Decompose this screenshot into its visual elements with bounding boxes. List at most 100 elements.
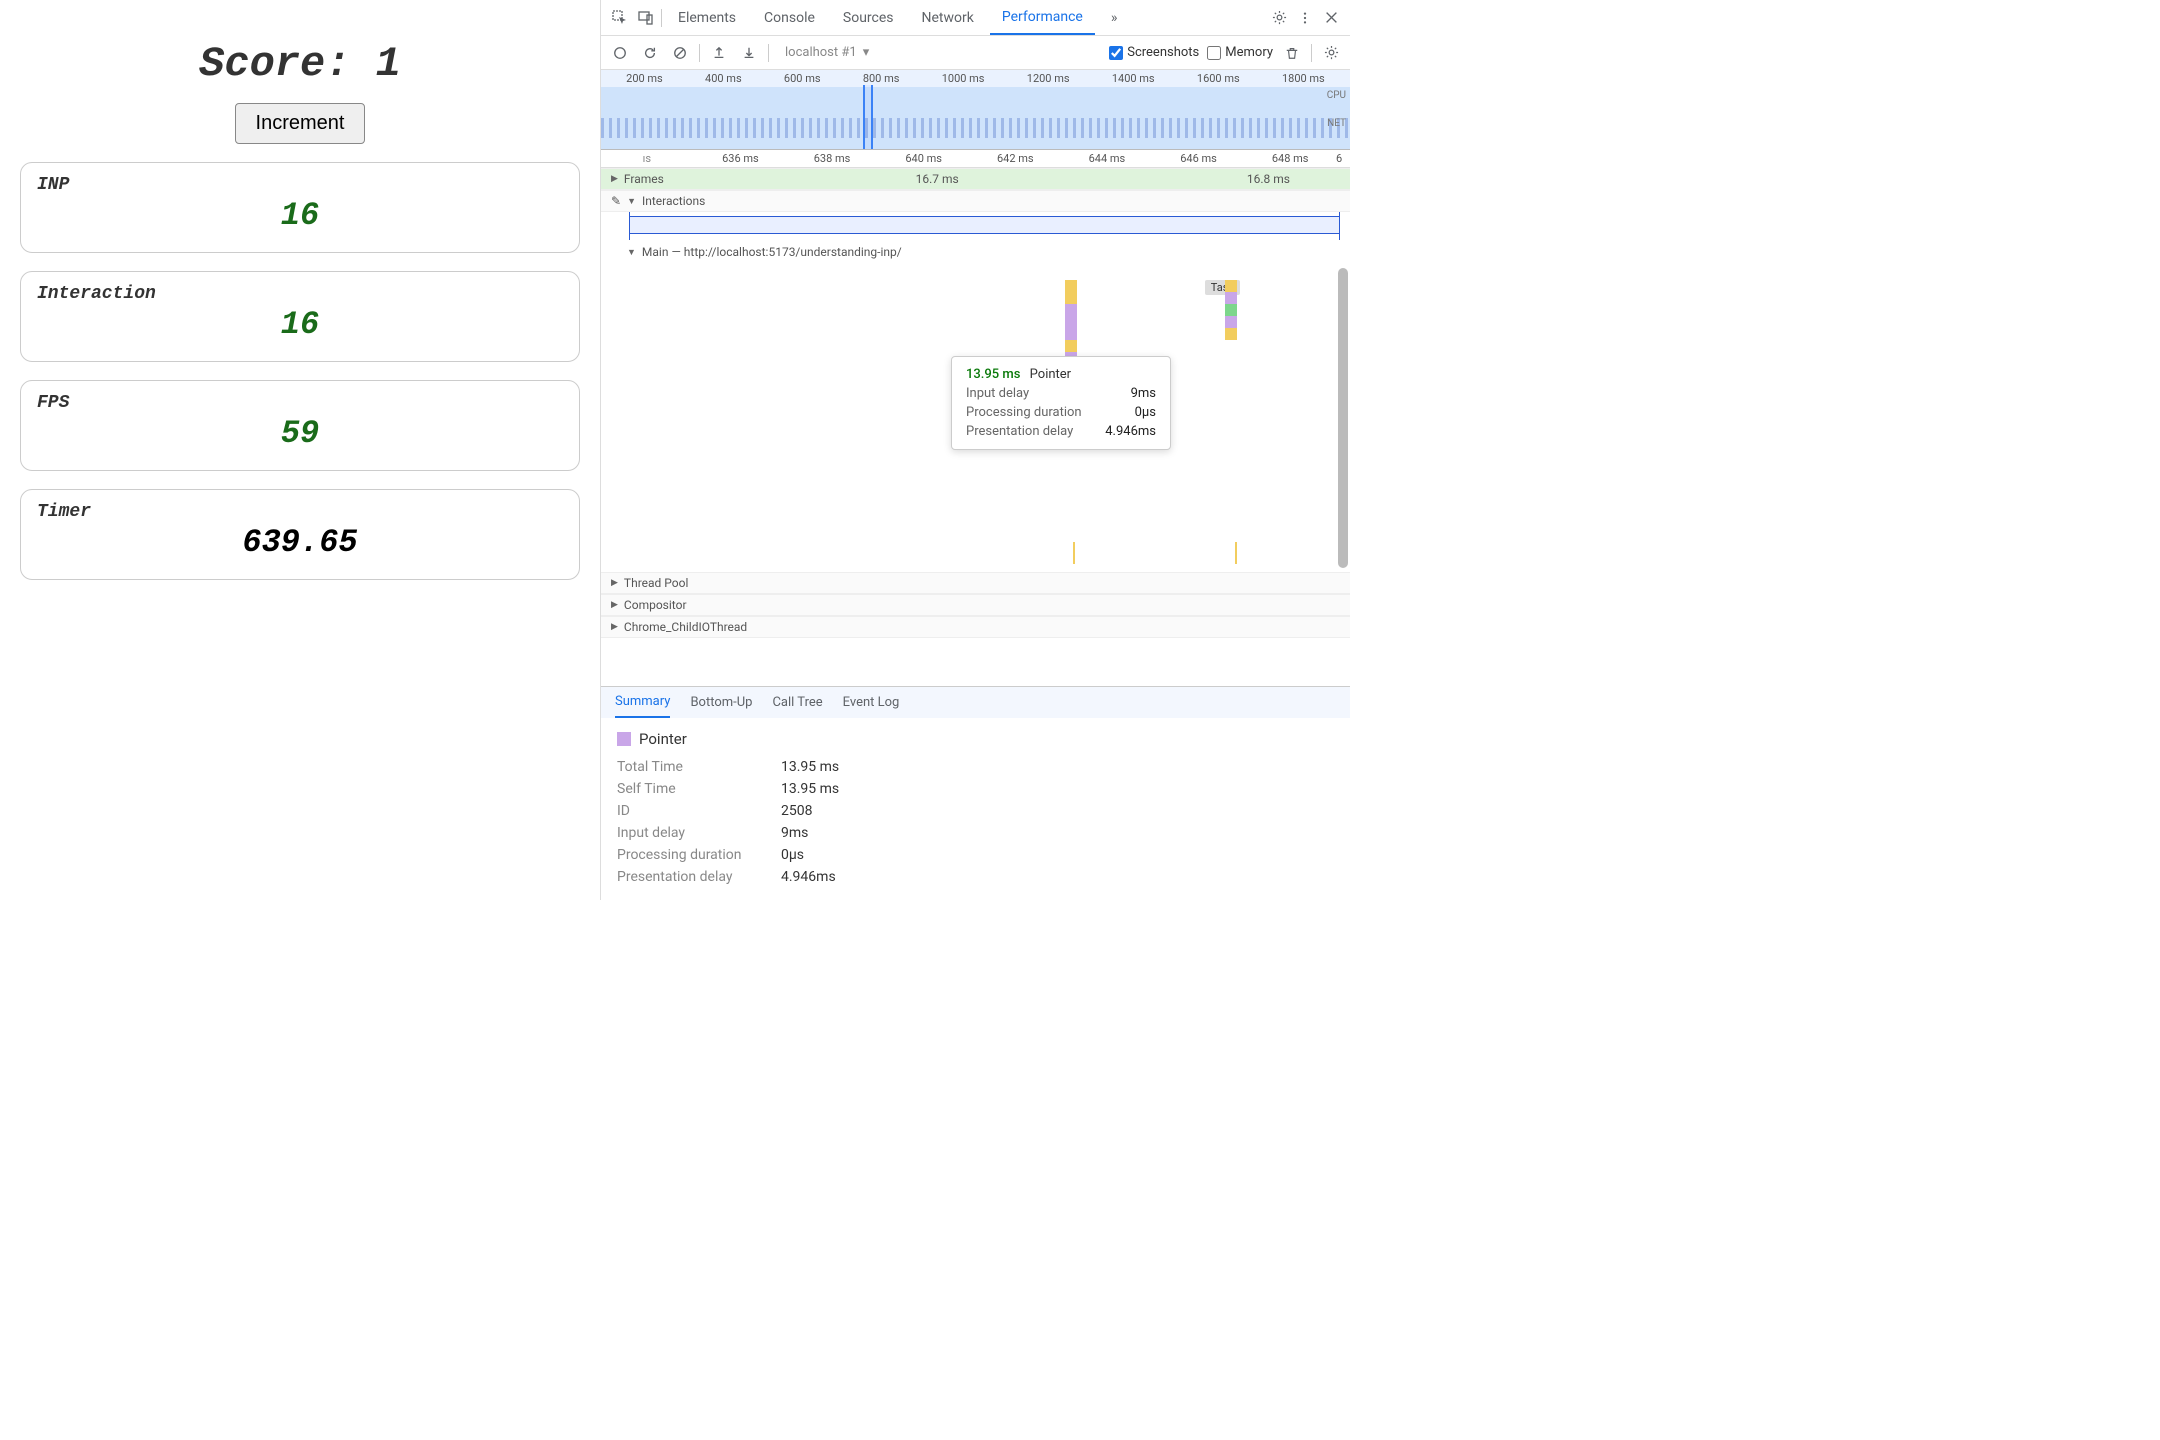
- tab-more[interactable]: »: [1099, 0, 1130, 35]
- ruler-tick: 636 ms: [695, 152, 787, 165]
- score-label: Score:: [199, 40, 375, 88]
- memory-checkbox[interactable]: Memory: [1207, 45, 1273, 60]
- increment-button[interactable]: Increment: [235, 103, 366, 144]
- divider: [1311, 44, 1312, 62]
- scrollbar[interactable]: [1338, 168, 1348, 588]
- summary-title-row: Pointer: [617, 730, 1334, 748]
- overview-net-strip: [601, 118, 1350, 138]
- gc-icon[interactable]: [1281, 42, 1303, 64]
- metric-label: INP: [37, 175, 563, 195]
- download-icon[interactable]: [738, 42, 760, 64]
- axis-tick: 1200 ms: [1027, 72, 1070, 85]
- overview-net-label: NET: [1327, 118, 1346, 129]
- ruler-tick: 638 ms: [786, 152, 878, 165]
- kebab-icon[interactable]: [1294, 7, 1316, 29]
- flame-bar[interactable]: [1073, 542, 1075, 564]
- compositor-label: Compositor: [624, 598, 687, 612]
- main-track-header[interactable]: ▼ Main — http://localhost:5173/understan…: [601, 242, 1350, 262]
- tooltip-k: Presentation delay: [966, 424, 1073, 439]
- axis-tick: 1000 ms: [942, 72, 985, 85]
- summary-swatch: [617, 732, 631, 746]
- metric-value: 639.65: [37, 524, 563, 561]
- compositor-track-header[interactable]: ▶ Compositor: [601, 594, 1350, 616]
- axis-tick: 600 ms: [784, 72, 821, 85]
- detail-tab-bottomup[interactable]: Bottom-Up: [690, 695, 752, 710]
- summary-k: Total Time: [617, 759, 767, 775]
- detail-tab-calltree[interactable]: Call Tree: [772, 695, 822, 710]
- detail-tab-summary[interactable]: Summary: [615, 687, 670, 718]
- axis-tick: 200 ms: [626, 72, 663, 85]
- overview-selection[interactable]: [863, 85, 873, 149]
- flame-stack[interactable]: [1225, 280, 1237, 340]
- inspect-icon[interactable]: [609, 7, 631, 29]
- chevron-down-icon: ▾: [863, 45, 870, 60]
- app-pane: Score: 1 Increment INP 16 Interaction 16…: [0, 0, 600, 900]
- record-icon[interactable]: [609, 42, 631, 64]
- flame-chart[interactable]: ▶ Frames 16.7 ms 16.8 ms ✎ ▼ Interaction…: [601, 168, 1350, 686]
- summary-v: 4.946ms: [781, 869, 836, 885]
- ruler-start: ıs: [601, 152, 695, 165]
- perf-toolbar: localhost #1 ▾ Screenshots Memory: [601, 36, 1350, 70]
- tab-network[interactable]: Network: [910, 0, 986, 35]
- overview-cpu-label: CPU: [1327, 90, 1346, 101]
- detail-tab-eventlog[interactable]: Event Log: [843, 695, 900, 710]
- childio-track-header[interactable]: ▶ Chrome_ChildIOThread: [601, 616, 1350, 638]
- summary-v: 2508: [781, 803, 812, 819]
- summary-panel: Pointer Total Time13.95 ms Self Time13.9…: [601, 718, 1350, 900]
- summary-k: Input delay: [617, 825, 767, 841]
- summary-k: Presentation delay: [617, 869, 767, 885]
- tab-elements[interactable]: Elements: [666, 0, 748, 35]
- devtools-top-tabs: Elements Console Sources Network Perform…: [601, 0, 1350, 36]
- summary-v: 0µs: [781, 847, 804, 863]
- ruler-end: 6: [1336, 152, 1350, 165]
- ruler-tick: 646 ms: [1153, 152, 1245, 165]
- scrollbar-thumb[interactable]: [1338, 268, 1348, 568]
- detail-tabs: Summary Bottom-Up Call Tree Event Log: [601, 686, 1350, 718]
- screenshots-checkbox[interactable]: Screenshots: [1109, 45, 1199, 60]
- tooltip-v: 4.946ms: [1105, 424, 1156, 439]
- metric-value: 59: [37, 415, 563, 452]
- metric-value: 16: [37, 306, 563, 343]
- summary-v: 13.95 ms: [781, 759, 839, 775]
- close-icon[interactable]: [1320, 7, 1342, 29]
- gear-icon[interactable]: [1320, 42, 1342, 64]
- flame-bar[interactable]: [1235, 542, 1237, 564]
- interactions-track-header[interactable]: ✎ ▼ Interactions: [601, 190, 1350, 212]
- upload-icon[interactable]: [708, 42, 730, 64]
- summary-k: Processing duration: [617, 847, 767, 863]
- summary-v: 13.95 ms: [781, 781, 839, 797]
- axis-tick: 1400 ms: [1112, 72, 1155, 85]
- threadpool-label: Thread Pool: [624, 576, 688, 590]
- childio-label: Chrome_ChildIOThread: [624, 620, 747, 634]
- memory-label: Memory: [1225, 45, 1273, 60]
- metric-interaction-card: Interaction 16: [20, 271, 580, 362]
- chevron-right-icon: ▶: [611, 174, 618, 184]
- metric-label: FPS: [37, 393, 563, 413]
- metric-label: Timer: [37, 502, 563, 522]
- summary-v: 9ms: [781, 825, 808, 841]
- tab-performance[interactable]: Performance: [990, 0, 1095, 35]
- divider: [661, 9, 662, 27]
- threadpool-track-header[interactable]: ▶ Thread Pool: [601, 572, 1350, 594]
- chevron-down-icon: ▼: [627, 247, 636, 258]
- frame-value-2: 16.8 ms: [1247, 172, 1290, 186]
- main-label: Main — http://localhost:5173/understandi…: [642, 245, 902, 259]
- chevron-right-icon: ▶: [611, 622, 618, 632]
- detail-ruler[interactable]: ıs 636 ms 638 ms 640 ms 642 ms 644 ms 64…: [601, 150, 1350, 168]
- metric-value: 16: [37, 197, 563, 234]
- reload-icon[interactable]: [639, 42, 661, 64]
- summary-k: ID: [617, 803, 767, 819]
- axis-tick: 1800 ms: [1282, 72, 1325, 85]
- profile-select[interactable]: localhost #1 ▾: [777, 43, 877, 62]
- gear-icon[interactable]: [1268, 7, 1290, 29]
- tab-sources[interactable]: Sources: [831, 0, 906, 35]
- device-toggle-icon[interactable]: [635, 7, 657, 29]
- interaction-bar[interactable]: [629, 216, 1340, 234]
- metric-timer-card: Timer 639.65: [20, 489, 580, 580]
- frames-track-header[interactable]: ▶ Frames 16.7 ms 16.8 ms: [601, 168, 1350, 190]
- tab-console[interactable]: Console: [752, 0, 827, 35]
- clear-icon[interactable]: [669, 42, 691, 64]
- overview-timeline[interactable]: 200 ms 400 ms 600 ms 800 ms 1000 ms 1200…: [601, 70, 1350, 150]
- chevron-down-icon: ▼: [627, 196, 636, 207]
- profile-select-label: localhost #1: [785, 45, 857, 60]
